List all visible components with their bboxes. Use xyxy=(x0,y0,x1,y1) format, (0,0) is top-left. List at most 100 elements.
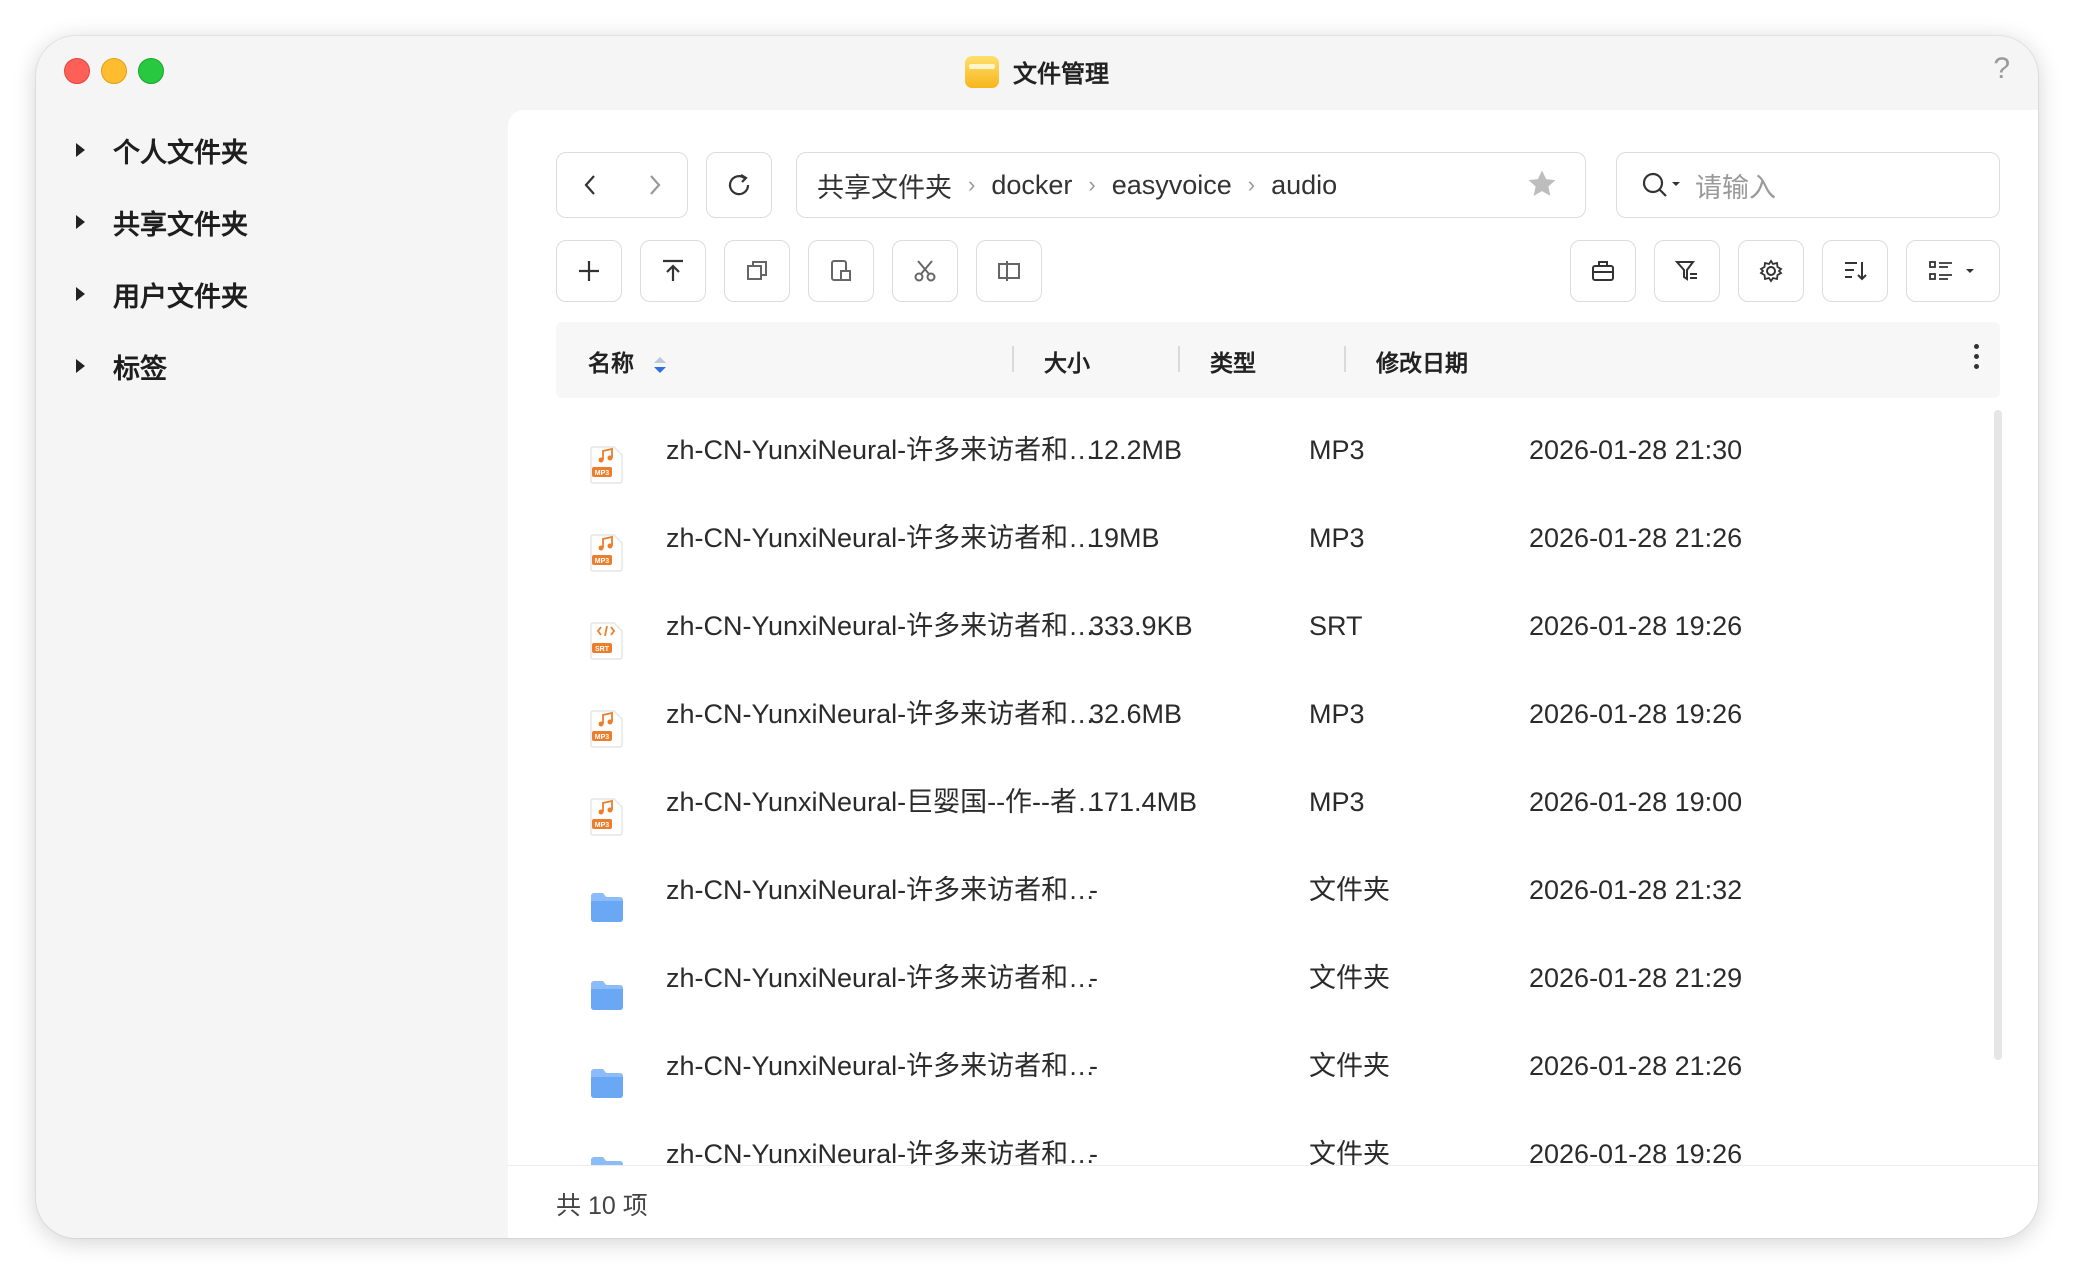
sort-icon xyxy=(1845,262,1867,281)
table-row[interactable]: zh-CN-YunxiNeural-许多来访者和… - 文件夹 2026-01-28 … xyxy=(556,846,2000,934)
rename-icon xyxy=(998,261,1020,281)
search-icon xyxy=(1642,172,1680,197)
cut-button[interactable] xyxy=(892,240,958,302)
sort-button[interactable] xyxy=(1822,240,1888,302)
file-type: MP3 xyxy=(1309,435,1365,465)
file-name: zh-CN-YunxiNeural-许多来访者和… xyxy=(666,699,1096,729)
caret-right-icon xyxy=(76,215,85,229)
sidebar-item-shared-folder[interactable]: 共享文件夹 xyxy=(36,186,506,258)
table-row[interactable]: MP3 zh-CN-YunxiNeural-许多来访者和… 12.2MB MP3 202… xyxy=(556,406,2000,494)
caret-right-icon xyxy=(76,359,85,373)
briefcase-icon xyxy=(1592,261,1614,281)
file-list: MP3 zh-CN-YunxiNeural-许多来访者和… 12.2MB MP3 202… xyxy=(556,406,2000,1166)
sidebar-item-label: 标签 xyxy=(113,353,167,384)
file-modified-date: 2026-01-28 19:26 xyxy=(1529,699,1743,729)
svg-text:MP3: MP3 xyxy=(595,470,610,477)
window-title: 文件管理 xyxy=(1013,61,1109,88)
status-bar: 共 10 项 xyxy=(508,1165,2038,1238)
sidebar-item-label: 用户文件夹 xyxy=(113,281,248,312)
rename-button[interactable] xyxy=(976,240,1042,302)
list-view-icon xyxy=(1929,261,1974,280)
sidebar: 个人文件夹 共享文件夹 用户文件夹 标签 xyxy=(36,114,506,402)
toolbox-button[interactable] xyxy=(1570,240,1636,302)
file-size: 171.4MB xyxy=(1089,787,1198,817)
copy-button[interactable] xyxy=(724,240,790,302)
table-row[interactable]: MP3 zh-CN-YunxiNeural-巨婴国--作--者… 171.4MB MP… xyxy=(556,758,2000,846)
file-name: zh-CN-YunxiNeural-许多来访者和… xyxy=(666,523,1096,553)
table-row[interactable]: zh-CN-YunxiNeural-许多来访者和… - 文件夹 2026-01-28 … xyxy=(556,934,2000,1022)
file-modified-date: 2026-01-28 21:26 xyxy=(1529,523,1743,553)
chevron-right-icon: › xyxy=(968,172,976,197)
favorite-star-icon[interactable] xyxy=(1525,167,1559,201)
paste-button[interactable] xyxy=(808,240,874,302)
history-nav xyxy=(556,152,688,218)
file-type: MP3 xyxy=(1309,699,1365,729)
copy-icon xyxy=(747,261,767,280)
table-row[interactable]: MP3 zh-CN-YunxiNeural-许多来访者和… 32.6MB MP3 202… xyxy=(556,670,2000,758)
column-header-name[interactable]: 名称 xyxy=(588,344,668,378)
file-modified-date: 2026-01-28 21:29 xyxy=(1529,963,1743,993)
column-header-label: 名称 xyxy=(588,350,634,376)
search-box[interactable]: 请输入 xyxy=(1616,152,2000,218)
back-button[interactable] xyxy=(557,153,622,217)
column-divider[interactable] xyxy=(1344,346,1346,372)
main-panel: 共享文件夹 › docker › easyvoice › audio 请输入 名… xyxy=(508,110,2038,1238)
window-title-bar: 文件管理 xyxy=(36,54,2038,89)
column-header-size[interactable]: 大小 xyxy=(1044,344,1090,378)
file-manager-app-icon xyxy=(965,55,999,88)
file-name: zh-CN-YunxiNeural-许多来访者和… xyxy=(666,435,1096,465)
breadcrumb-item[interactable]: docker xyxy=(991,170,1072,201)
column-header-type[interactable]: 类型 xyxy=(1210,344,1256,378)
sidebar-item-label: 共享文件夹 xyxy=(113,209,248,240)
file-name: zh-CN-YunxiNeural-许多来访者和… xyxy=(666,1051,1096,1081)
column-divider[interactable] xyxy=(1012,346,1014,372)
breadcrumb-item[interactable]: audio xyxy=(1271,170,1337,201)
upload-icon xyxy=(663,259,683,281)
item-count: 共 10 项 xyxy=(556,1192,648,1220)
file-size: 12.2MB xyxy=(1089,435,1183,465)
settings-button[interactable] xyxy=(1738,240,1804,302)
file-modified-date: 2026-01-28 21:26 xyxy=(1529,1051,1743,1081)
upload-button[interactable] xyxy=(640,240,706,302)
sidebar-item-tags[interactable]: 标签 xyxy=(36,330,506,402)
refresh-button[interactable] xyxy=(706,152,772,218)
svg-text:MP3: MP3 xyxy=(595,822,610,829)
svg-text:MP3: MP3 xyxy=(595,558,610,565)
file-name: zh-CN-YunxiNeural-许多来访者和… xyxy=(666,611,1096,641)
scissors-icon xyxy=(914,260,936,282)
table-row[interactable]: SRT zh-CN-YunxiNeural-许多来访者和… 333.9KB SRT 20… xyxy=(556,582,2000,670)
column-divider[interactable] xyxy=(1178,346,1180,372)
table-header: 名称 大小 类型 修改日期 xyxy=(556,322,2000,398)
help-button[interactable]: ? xyxy=(1993,52,2010,86)
forward-button[interactable] xyxy=(622,153,687,217)
file-type: 文件夹 xyxy=(1309,875,1390,905)
file-type: MP3 xyxy=(1309,523,1365,553)
file-type: SRT xyxy=(1309,611,1363,641)
file-modified-date: 2026-01-28 21:30 xyxy=(1529,435,1743,465)
table-row[interactable]: zh-CN-YunxiNeural-许多来访者和… - 文件夹 2026-01-28 … xyxy=(556,1022,2000,1110)
file-type: 文件夹 xyxy=(1309,1139,1390,1166)
svg-text:SRT: SRT xyxy=(595,646,610,653)
view-mode-button[interactable] xyxy=(1906,240,2000,302)
search-input[interactable]: 请输入 xyxy=(1695,166,1776,205)
file-manager-window: 文件管理 ? 个人文件夹 共享文件夹 用户文件夹 标签 共享文件夹 › dock… xyxy=(36,36,2038,1238)
file-modified-date: 2026-01-28 19:26 xyxy=(1529,1139,1743,1166)
sort-indicator-icon xyxy=(654,356,667,373)
table-row[interactable]: zh-CN-YunxiNeural-许多来访者和… - 文件夹 2026-01-28 … xyxy=(556,1110,2000,1166)
file-size: 333.9KB xyxy=(1089,611,1193,641)
column-header-date[interactable]: 修改日期 xyxy=(1376,344,1468,378)
chevron-right-icon: › xyxy=(1247,172,1256,197)
filter-icon xyxy=(1674,261,1697,281)
file-size: - xyxy=(1089,875,1098,905)
file-size: 19MB xyxy=(1089,523,1160,553)
sidebar-item-user-folder[interactable]: 用户文件夹 xyxy=(36,258,506,330)
filter-button[interactable] xyxy=(1654,240,1720,302)
scrollbar[interactable] xyxy=(1994,410,2002,1060)
breadcrumb-item[interactable]: 共享文件夹 xyxy=(817,166,952,205)
table-row[interactable]: MP3 zh-CN-YunxiNeural-许多来访者和… 19MB MP3 2026-… xyxy=(556,494,2000,582)
breadcrumb-item[interactable]: easyvoice xyxy=(1112,170,1232,201)
sidebar-item-personal-folder[interactable]: 个人文件夹 xyxy=(36,114,506,186)
more-options-icon[interactable] xyxy=(1974,344,1980,374)
file-size: - xyxy=(1089,1139,1098,1166)
new-button[interactable] xyxy=(556,240,622,302)
